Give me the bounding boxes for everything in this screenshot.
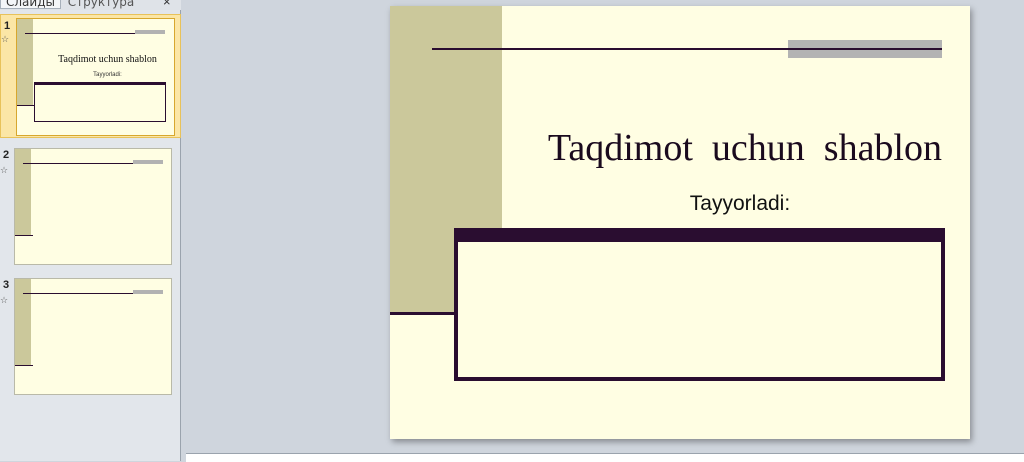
thumb-foot-line xyxy=(17,105,35,106)
panel-tab-strip: Слайды Структура × xyxy=(0,0,181,10)
slide-title[interactable]: Taqdimot uchun shablon xyxy=(502,126,942,170)
tab-outline[interactable]: Структура xyxy=(62,0,140,9)
thumb-foot-line xyxy=(15,235,33,236)
star-icon[interactable]: ☆ xyxy=(0,295,8,306)
thumb-gray-bar xyxy=(133,290,163,294)
slide-thumbnail-2[interactable] xyxy=(14,148,172,265)
slide-number: 1 xyxy=(4,20,11,32)
thumb-side-band xyxy=(15,279,31,365)
slide-thumbnail-3[interactable] xyxy=(14,278,172,395)
slide-thumbnail-1[interactable]: Taqdimot uchun shablon Tayyorladi: xyxy=(16,18,175,136)
thumb-gray-bar xyxy=(133,160,163,164)
thumb-subtitle: Tayyorladi: xyxy=(93,72,122,78)
slides-panel: Слайды Структура × 1 ☆ Taqdimot uchun sh… xyxy=(0,0,181,461)
thumb-side-band xyxy=(15,149,31,235)
thumb-title: Taqdimot uchun shablon xyxy=(58,54,157,65)
tab-slides[interactable]: Слайды xyxy=(0,0,61,9)
slide-top-line xyxy=(432,48,942,50)
thumb-content-box xyxy=(34,82,166,122)
slide-content-box[interactable] xyxy=(454,228,945,381)
star-icon[interactable]: ☆ xyxy=(0,165,8,176)
thumb-side-band xyxy=(17,19,33,105)
slide-thumbnail-row-2[interactable]: 2 ☆ xyxy=(0,146,181,267)
slide-foot-line xyxy=(390,312,458,315)
slide-thumbnail-row-3[interactable]: 3 ☆ xyxy=(0,276,181,397)
slide-thumbnail-row-1[interactable]: 1 ☆ Taqdimot uchun shablon Tayyorladi: xyxy=(0,14,181,138)
slide-subtitle[interactable]: Tayyorladi: xyxy=(590,192,890,216)
star-icon[interactable]: ☆ xyxy=(1,34,9,45)
slide-number: 2 xyxy=(3,149,10,161)
slide-number: 3 xyxy=(3,279,10,291)
thumb-gray-bar xyxy=(135,30,165,34)
close-icon[interactable]: × xyxy=(163,0,171,9)
thumb-foot-line xyxy=(15,365,33,366)
slide-canvas[interactable]: Taqdimot uchun shablon Tayyorladi: xyxy=(390,6,970,439)
